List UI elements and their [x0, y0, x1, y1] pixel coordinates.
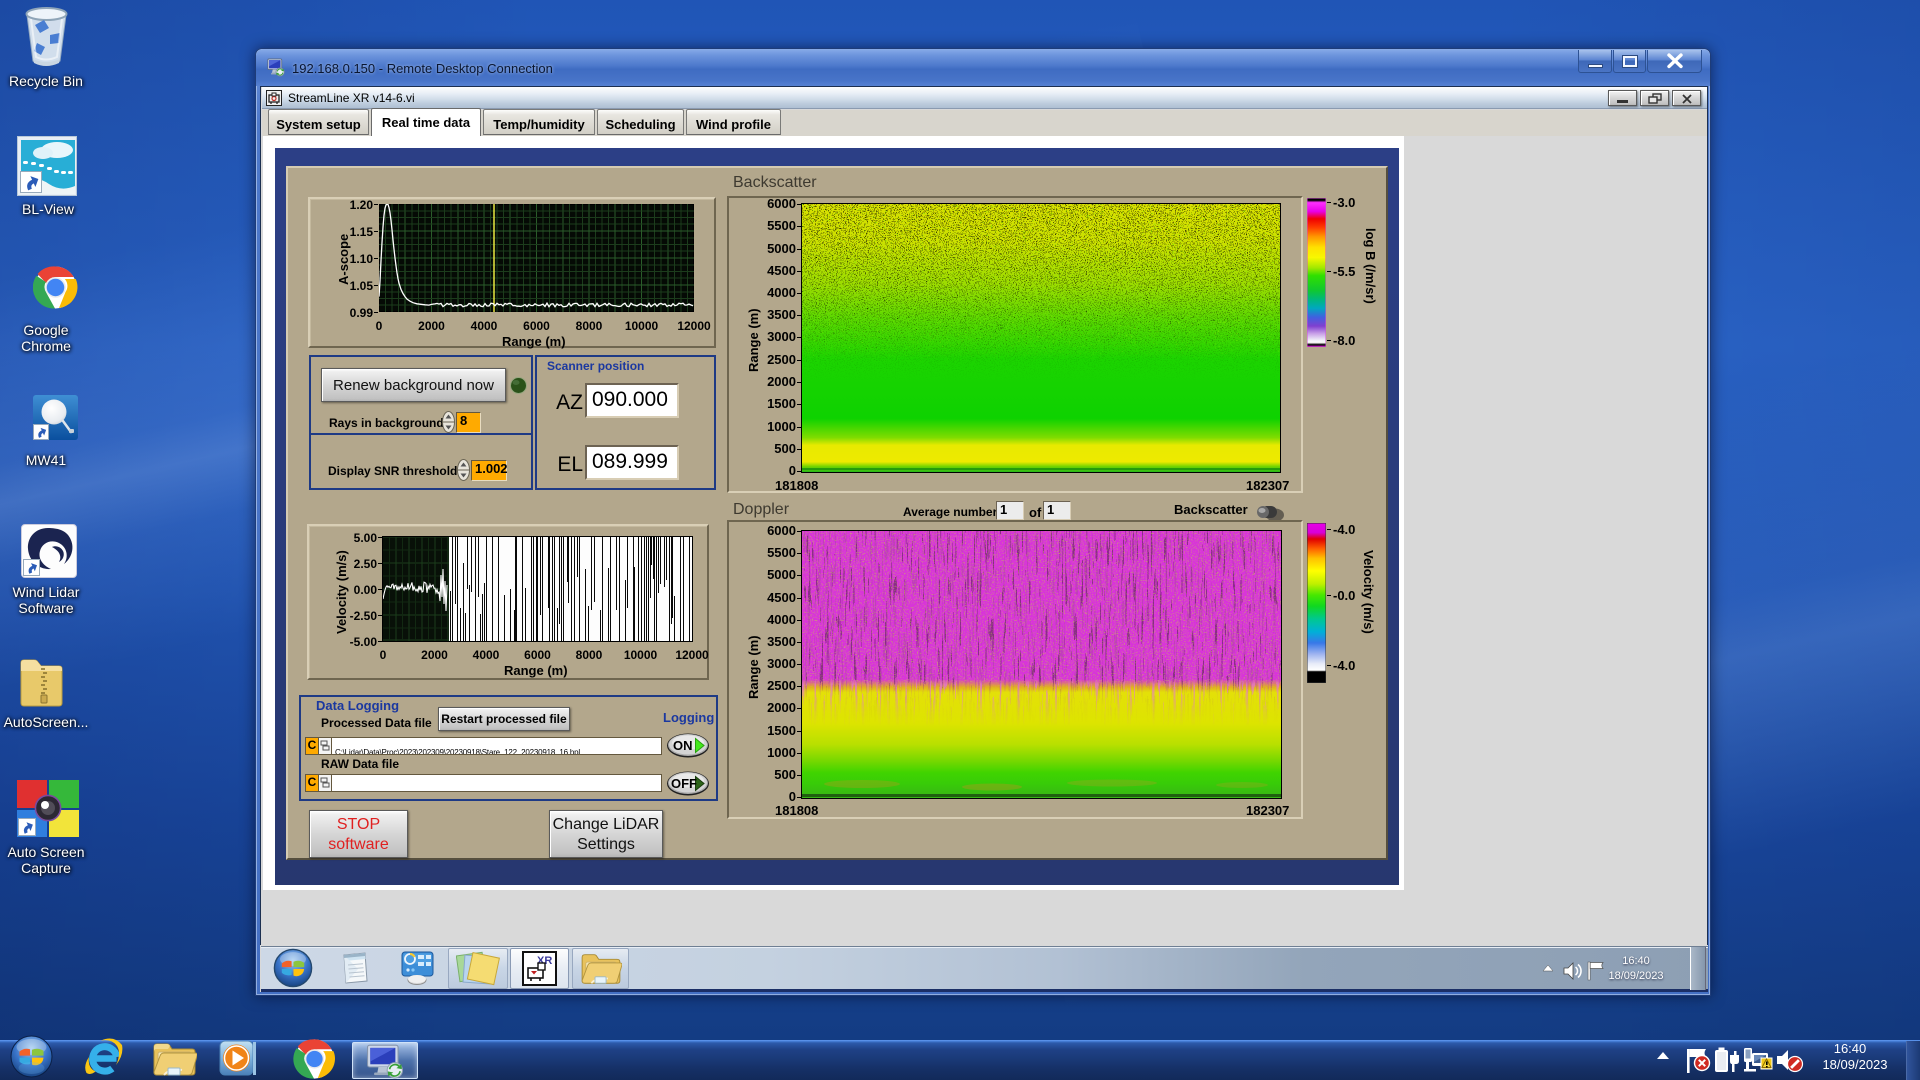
svg-text:OFF: OFF	[671, 776, 697, 791]
svg-text:ON: ON	[673, 738, 693, 753]
